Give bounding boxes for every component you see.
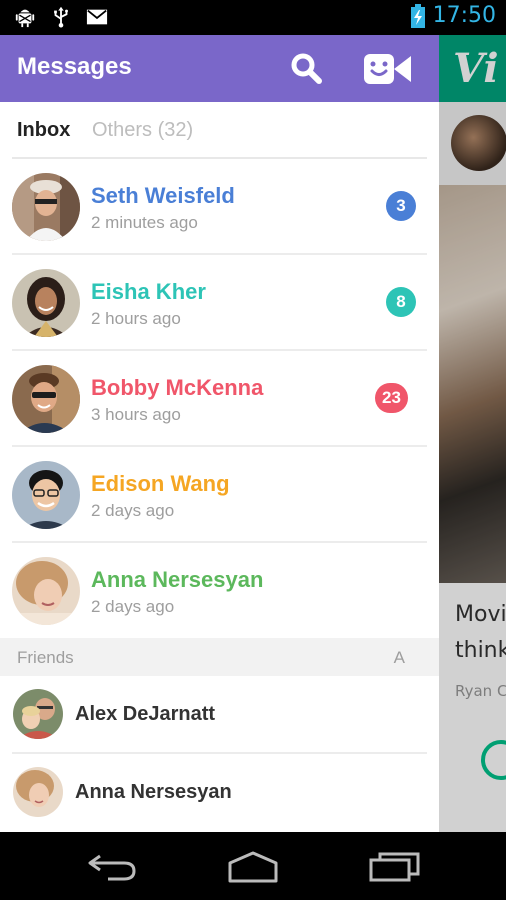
contact-name: Anna Nersesyan (91, 567, 264, 592)
message-timestamp: 2 days ago (91, 501, 175, 520)
message-timestamp: 2 hours ago (91, 309, 181, 328)
recents-icon[interactable] (368, 848, 422, 884)
contact-name: Bobby McKenna (91, 375, 264, 400)
contact-name: Seth Weisfeld (91, 183, 235, 208)
battery-charging-icon (410, 3, 425, 28)
conversation-item[interactable]: Seth Weisfeld 2 minutes ago 3 (0, 159, 439, 255)
status-bar: 17:50 (0, 0, 506, 35)
message-timestamp: 2 days ago (91, 597, 175, 616)
unread-badge: 23 (375, 383, 408, 413)
tab-inbox[interactable]: Inbox (17, 119, 70, 142)
page-title: Messages (17, 53, 132, 80)
app-bar: Messages (0, 35, 439, 102)
unread-badge: 3 (386, 191, 416, 221)
avatar (13, 689, 63, 739)
alphabet-index-letter: A (393, 648, 405, 667)
friend-name: Anna Nersesyan (75, 781, 232, 803)
conversation-list: Seth Weisfeld 2 minutes ago 3 Eisha Kher… (0, 159, 439, 639)
system-navigation-bar (0, 832, 506, 900)
contact-name: Eisha Kher (91, 279, 206, 304)
avatar (12, 269, 80, 337)
conversation-item[interactable]: Bobby McKenna 3 hours ago 23 (0, 351, 439, 447)
friend-item[interactable]: Anna Nersesyan (0, 754, 439, 832)
messages-drawer: Messages Inbox Others (32) Seth Weisfeld… (0, 35, 439, 832)
message-timestamp: 2 minutes ago (91, 213, 198, 232)
friend-item[interactable]: Alex DeJarnatt (0, 676, 439, 754)
conversation-item[interactable]: Eisha Kher 2 hours ago 8 (0, 255, 439, 351)
clock: 17:50 (432, 3, 496, 28)
friends-section-header: Friends A (0, 638, 439, 676)
unread-badge: 8 (386, 287, 416, 317)
conversation-item[interactable]: Edison Wang 2 days ago (0, 447, 439, 543)
message-timestamp: 3 hours ago (91, 405, 181, 424)
contact-name: Edison Wang (91, 471, 230, 496)
tab-others[interactable]: Others (32) (92, 119, 193, 142)
avatar (12, 173, 80, 241)
usb-icon (54, 6, 68, 28)
back-icon[interactable] (86, 848, 138, 884)
home-icon[interactable] (226, 848, 280, 884)
avatar (12, 461, 80, 529)
search-icon[interactable] (288, 50, 324, 86)
conversation-item[interactable]: Anna Nersesyan 2 days ago (0, 543, 439, 639)
drawer-scrim[interactable] (439, 35, 506, 832)
background-feed[interactable]: Vi Movi think Ryan C (439, 35, 506, 832)
android-debug-icon (15, 9, 35, 28)
video-message-icon[interactable] (364, 52, 412, 86)
avatar (13, 767, 63, 817)
gmail-icon (86, 9, 108, 25)
inbox-tabs: Inbox Others (32) (0, 102, 439, 159)
friend-name: Alex DeJarnatt (75, 703, 216, 725)
avatar (12, 557, 80, 625)
friends-label: Friends (17, 648, 74, 667)
avatar (12, 365, 80, 433)
